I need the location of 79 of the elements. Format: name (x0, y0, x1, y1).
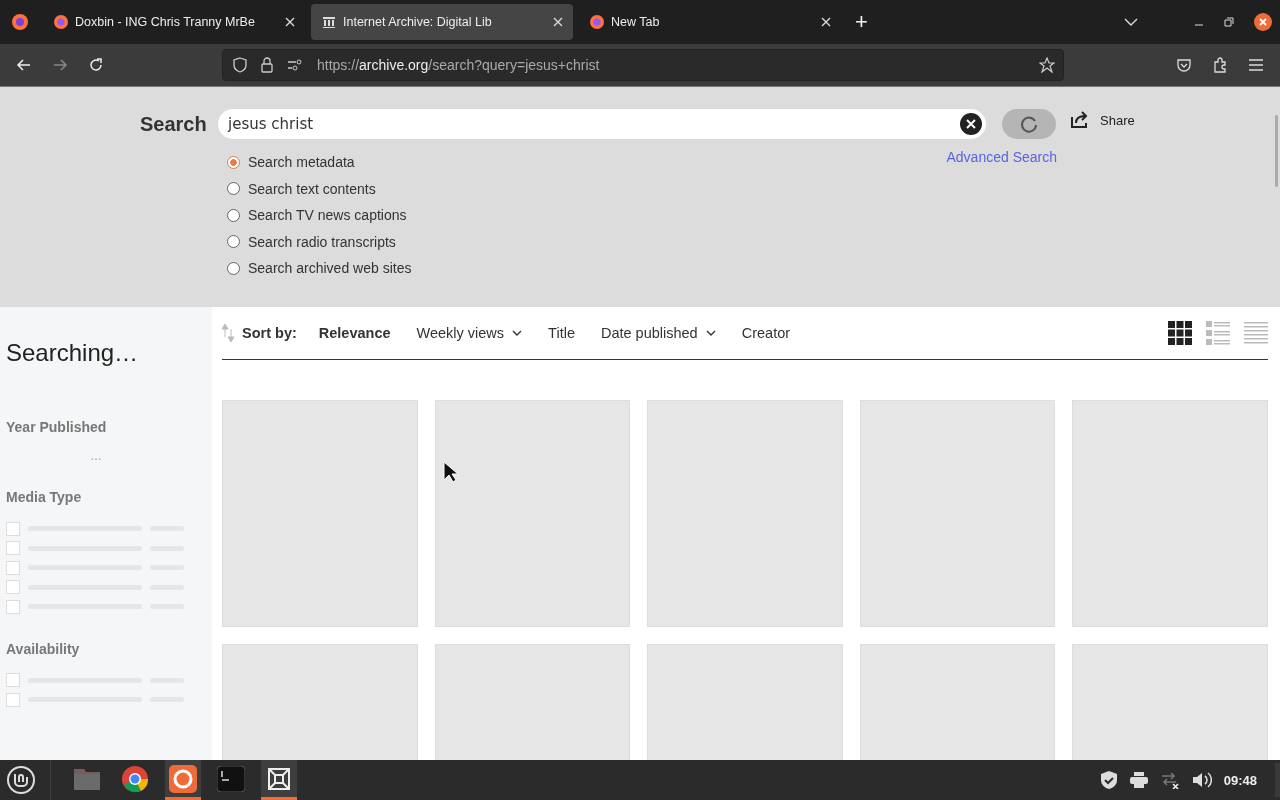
back-icon[interactable] (16, 57, 32, 73)
facet-heading: Year Published (6, 419, 108, 435)
new-tab-button[interactable]: + (855, 9, 868, 35)
sort-option[interactable]: Weekly views (416, 325, 523, 341)
facet-heading: Media Type (6, 489, 83, 505)
radio-icon[interactable] (227, 208, 240, 222)
radio-option[interactable]: Search text contents (227, 175, 947, 202)
radio-option[interactable]: Search TV news captions (227, 202, 947, 229)
clock[interactable]: 09:48 (1223, 772, 1257, 788)
taskbar-app[interactable] (261, 760, 297, 800)
taskbar-app[interactable] (165, 760, 201, 800)
firefox-icon[interactable] (11, 13, 29, 31)
address-bar[interactable]: https://archive.org/search?query=jesus+christ (222, 49, 1064, 81)
radio-option[interactable]: Search metadata (227, 149, 947, 176)
tab-title: Doxbin - ING Chris Tranny MrBe (75, 15, 256, 29)
maximize-icon[interactable] (1224, 17, 1234, 27)
tab-title: Internet Archive: Digital Lib (343, 15, 493, 29)
close-icon[interactable] (553, 17, 563, 27)
searching-status: Searching… (6, 339, 140, 367)
radio-icon[interactable] (227, 155, 240, 169)
volume-icon[interactable] (1191, 771, 1212, 789)
radio-label: Search archived web sites (248, 260, 412, 277)
advanced-search-link[interactable]: Advanced Search (946, 149, 1057, 282)
sort-option[interactable]: Date published (600, 325, 716, 341)
grid-view-icon[interactable] (1168, 321, 1192, 345)
sort-label: Sort by: (242, 325, 297, 341)
menu-icon[interactable] (1248, 58, 1264, 72)
share-button[interactable]: Share (1070, 111, 1135, 129)
loading-button[interactable] (1002, 109, 1056, 139)
pocket-icon[interactable] (1176, 57, 1192, 73)
radio-label: Search TV news captions (248, 207, 407, 224)
close-icon[interactable] (1254, 13, 1272, 31)
chevron-down-icon[interactable] (1124, 17, 1138, 27)
radio-icon[interactable] (227, 235, 240, 249)
chevron-down-icon (512, 330, 523, 336)
close-icon[interactable] (821, 17, 831, 27)
browser-tab[interactable]: Internet Archive: Digital Lib (311, 4, 573, 40)
close-icon[interactable] (285, 17, 295, 27)
permissions-icon[interactable] (287, 59, 303, 71)
search-heading: Search (140, 112, 208, 136)
sort-option[interactable]: Relevance (318, 325, 391, 341)
radio-icon[interactable] (227, 182, 240, 196)
firefox-icon (53, 14, 69, 30)
lock-icon[interactable] (261, 57, 273, 73)
reload-icon[interactable] (88, 57, 104, 73)
share-icon (1070, 111, 1090, 129)
chrome-icon (121, 764, 149, 793)
radio-label: Search metadata (248, 154, 355, 171)
folder-icon (73, 766, 101, 791)
puzzle-icon[interactable] (1212, 57, 1228, 73)
spinner-icon (1019, 114, 1039, 134)
columns-icon (321, 14, 337, 30)
browser-tab[interactable]: Doxbin - ING Chris Tranny MrBe (43, 4, 305, 40)
forward-icon[interactable] (52, 57, 68, 73)
search-field[interactable]: jesus christ (218, 109, 986, 139)
radio-icon[interactable] (227, 261, 240, 275)
clear-icon[interactable] (960, 113, 982, 135)
sort-option[interactable]: Title (548, 325, 575, 341)
radio-option[interactable]: Search radio transcripts (227, 228, 947, 255)
terminal-icon (217, 765, 245, 792)
shield-icon[interactable] (233, 57, 247, 73)
facet-heading: Availability (6, 640, 81, 657)
network-disconnected-icon[interactable] (1159, 771, 1180, 789)
loading-dots: … (89, 449, 103, 463)
radio-option[interactable]: Search archived web sites (227, 255, 947, 282)
menu-logo-icon[interactable] (6, 765, 36, 795)
shield-check-icon[interactable] (1099, 770, 1118, 790)
sort-option[interactable]: Creator (741, 325, 791, 341)
firefox-icon (589, 14, 605, 30)
printer-icon[interactable] (1129, 772, 1148, 788)
firefox-icon (169, 764, 197, 793)
url-text: https://archive.org/search?query=jesus+christ (317, 57, 600, 73)
browser-tab[interactable]: New Tab (579, 4, 841, 40)
radio-label: Search radio transcripts (248, 233, 396, 250)
radio-label: Search text contents (248, 180, 376, 197)
chevron-down-icon (705, 330, 716, 336)
tab-title: New Tab (611, 15, 661, 29)
mouse-cursor-icon (443, 461, 459, 483)
star-icon[interactable] (1039, 57, 1055, 73)
